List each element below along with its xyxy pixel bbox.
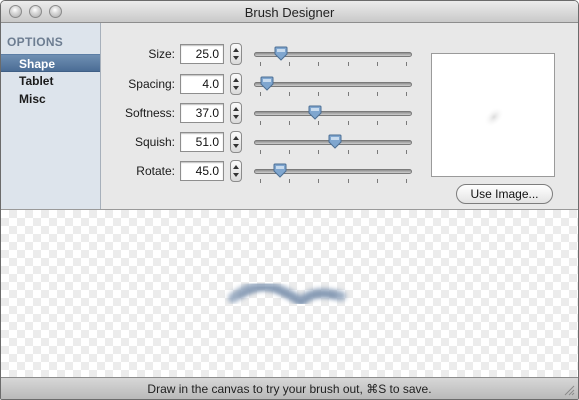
slider-tick: [406, 62, 407, 66]
stepper-up-icon[interactable]: [233, 78, 239, 82]
brush-preview: [431, 53, 555, 177]
slider-tick: [289, 150, 291, 154]
stepper-down-icon[interactable]: [233, 144, 239, 148]
size-label: Size:: [148, 47, 175, 61]
slider-track[interactable]: [254, 111, 412, 116]
spacing-slider[interactable]: [252, 73, 414, 97]
rotate-label: Rotate:: [136, 164, 175, 178]
spacing-label: Spacing:: [128, 77, 175, 91]
stepper-down-icon[interactable]: [233, 56, 239, 60]
slider-tick: [406, 92, 407, 96]
slider-tick: [260, 92, 261, 96]
spacing-value-field[interactable]: 4.0: [180, 74, 224, 94]
resize-grip-icon[interactable]: [563, 384, 575, 396]
slider-tick: [260, 150, 261, 154]
slider-tick: [347, 62, 349, 66]
control-row-squish: Squish: 51.0: [102, 131, 432, 155]
stepper-down-icon[interactable]: [233, 115, 239, 119]
slider-tick: [260, 62, 261, 66]
sidebar: OPTIONS Shape Tablet Misc: [1, 23, 101, 209]
spacing-stepper[interactable]: [230, 73, 242, 95]
slider-tick: [260, 121, 261, 125]
slider-track[interactable]: [254, 82, 412, 87]
brush-designer-window: Brush Designer OPTIONS Shape Tablet Misc…: [0, 0, 579, 400]
softness-value-field[interactable]: 37.0: [180, 103, 224, 123]
softness-label: Softness:: [124, 106, 175, 120]
sidebar-header: OPTIONS: [7, 35, 64, 49]
window-title: Brush Designer: [244, 5, 335, 20]
slider-tick: [406, 121, 407, 125]
rotate-stepper[interactable]: [230, 160, 242, 182]
squish-label: Squish:: [134, 135, 175, 149]
stepper-down-icon[interactable]: [233, 86, 239, 90]
slider-knob[interactable]: [308, 105, 322, 120]
slider-tick: [347, 92, 349, 96]
status-text: Draw in the canvas to try your brush out…: [147, 382, 432, 396]
slider-tick: [318, 150, 320, 154]
control-row-size: Size: 25.0: [102, 43, 432, 67]
slider-tick: [318, 121, 320, 125]
use-image-button[interactable]: Use Image...: [456, 184, 553, 204]
test-canvas[interactable]: [1, 209, 578, 379]
stepper-down-icon[interactable]: [233, 173, 239, 177]
slider-tick: [376, 150, 378, 154]
slider-tick: [289, 62, 291, 66]
slider-tick: [289, 92, 291, 96]
size-value-field[interactable]: 25.0: [180, 44, 224, 64]
stepper-up-icon[interactable]: [233, 107, 239, 111]
rotate-slider[interactable]: [252, 160, 414, 184]
size-slider[interactable]: [252, 43, 414, 67]
softness-slider[interactable]: [252, 102, 414, 126]
slider-tick: [260, 179, 261, 183]
stepper-up-icon[interactable]: [233, 48, 239, 52]
stepper-up-icon[interactable]: [233, 136, 239, 140]
slider-tick: [347, 121, 349, 125]
slider-tick: [347, 179, 349, 183]
squish-slider[interactable]: [252, 131, 414, 155]
slider-tick: [289, 179, 291, 183]
softness-stepper[interactable]: [230, 102, 242, 124]
slider-tick: [347, 150, 349, 154]
size-stepper[interactable]: [230, 43, 242, 65]
slider-knob[interactable]: [274, 46, 288, 61]
squish-value-field[interactable]: 51.0: [180, 132, 224, 152]
slider-tick: [318, 179, 320, 183]
sidebar-item-tablet[interactable]: Tablet: [1, 72, 100, 90]
slider-knob[interactable]: [328, 134, 342, 149]
slider-tick: [318, 62, 320, 66]
rotate-value-field[interactable]: 45.0: [180, 161, 224, 181]
control-row-rotate: Rotate: 45.0: [102, 160, 432, 184]
slider-tick: [376, 92, 378, 96]
status-bar: Draw in the canvas to try your brush out…: [1, 377, 578, 399]
slider-tick: [406, 150, 407, 154]
sidebar-item-misc[interactable]: Misc: [1, 90, 100, 108]
slider-knob[interactable]: [260, 76, 274, 91]
slider-tick: [376, 179, 378, 183]
brush-stroke: [228, 280, 346, 310]
squish-stepper[interactable]: [230, 131, 242, 153]
slider-tick: [376, 121, 378, 125]
slider-knob[interactable]: [273, 163, 287, 178]
control-row-spacing: Spacing: 4.0: [102, 73, 432, 97]
brush-preview-dab: [483, 106, 505, 128]
control-row-softness: Softness: 37.0: [102, 102, 432, 126]
stepper-up-icon[interactable]: [233, 165, 239, 169]
sidebar-item-shape[interactable]: Shape: [1, 54, 100, 72]
slider-tick: [376, 62, 378, 66]
shape-controls: Size: 25.0 Spacing: 4.0 Softness: 37.0 Squish:…: [102, 23, 578, 209]
slider-tick: [289, 121, 291, 125]
slider-tick: [406, 179, 407, 183]
title-bar[interactable]: Brush Designer: [1, 1, 578, 23]
slider-tick: [318, 92, 320, 96]
